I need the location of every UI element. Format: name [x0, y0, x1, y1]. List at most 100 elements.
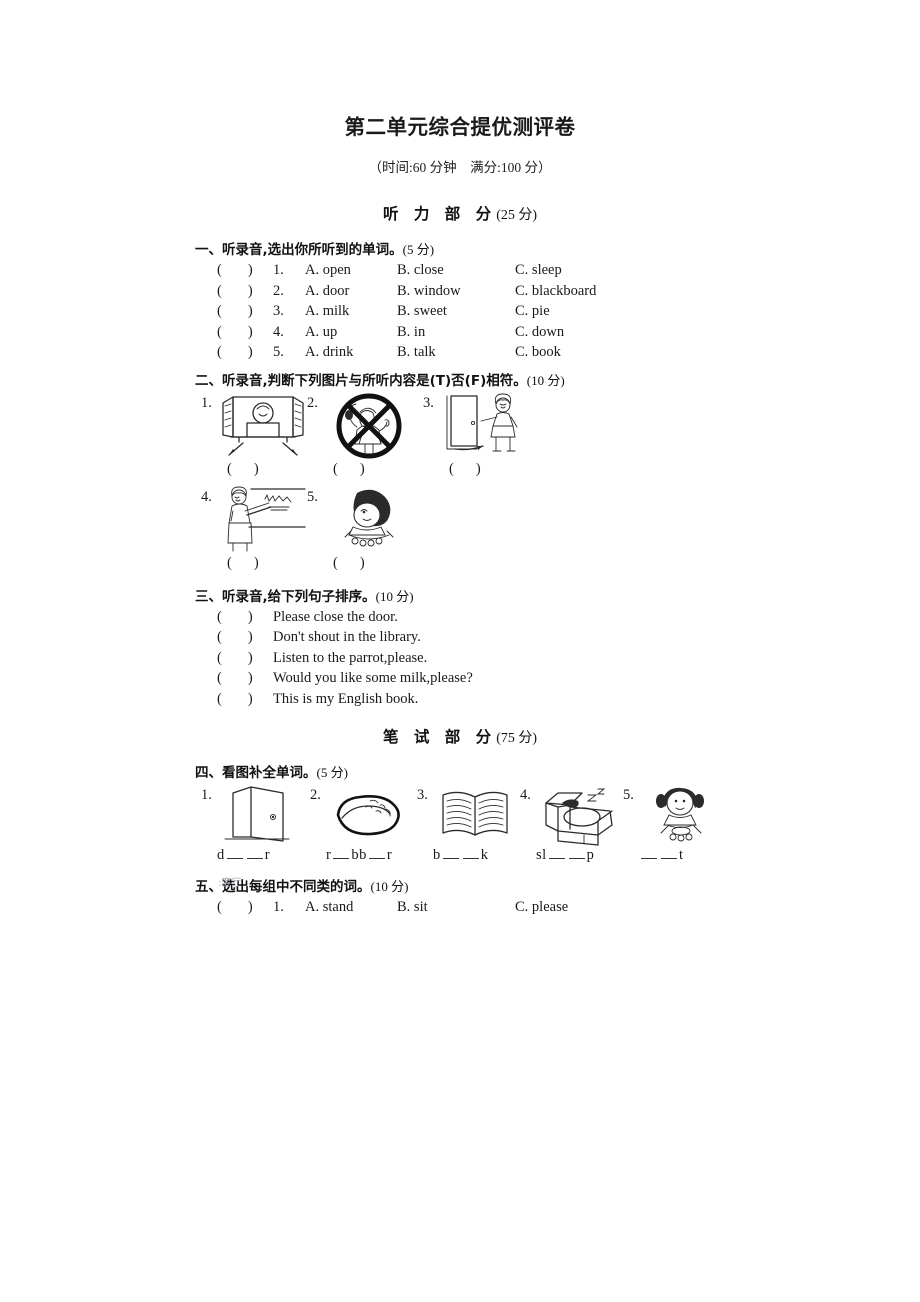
sentence-text: Please close the door. — [273, 608, 398, 625]
option-a[interactable]: A. stand — [305, 899, 353, 916]
option-b[interactable]: B. talk — [397, 344, 436, 361]
section-4-score: (5 分) — [316, 765, 348, 780]
exam-paper-page: 第二单元综合提优测评卷 （时间:60 分钟 满分:100 分） 听 力 部 分(… — [0, 0, 920, 1302]
paper-content: 第二单元综合提优测评卷 （时间:60 分钟 满分:100 分） 听 力 部 分(… — [195, 110, 725, 924]
bed-sleeping-picture — [536, 785, 620, 846]
option-c[interactable]: C. pie — [515, 303, 550, 320]
word-blank[interactable]: t — [639, 847, 684, 864]
section-1-choices: () 1. A. open B. close C. sleep () 2. A.… — [195, 262, 725, 365]
listening-part-heading: 听 力 部 分(25 分) — [195, 202, 725, 224]
section-4-title: 四、看图补全单词。 — [195, 765, 317, 781]
word-number: 1. — [201, 787, 212, 803]
answer-parenthesis[interactable]: () — [217, 303, 253, 320]
choice-row[interactable]: () 4. A. up B. in C. down — [195, 324, 725, 345]
choice-row[interactable]: () 1. A. open B. close C. sleep — [195, 262, 725, 283]
option-c[interactable]: C. sleep — [515, 262, 562, 279]
word-prefix: d — [217, 847, 225, 863]
answer-parenthesis[interactable]: () — [217, 670, 253, 687]
option-a[interactable]: A. drink — [305, 344, 353, 361]
choice-row[interactable]: () 2. A. door B. window C. blackboard — [195, 283, 725, 304]
option-b[interactable]: B. sweet — [397, 303, 447, 320]
option-c[interactable]: C. blackboard — [515, 283, 596, 300]
option-a[interactable]: A. milk — [305, 303, 349, 320]
open-window-picture — [221, 393, 305, 459]
option-c[interactable]: C. down — [515, 324, 564, 341]
word-number: 5. — [623, 787, 634, 803]
section-3-title: 三、听录音,给下列句子排序。 — [195, 588, 376, 605]
word-suffix: t — [679, 847, 684, 863]
order-sentence-row[interactable]: () Don't shout in the library. — [195, 629, 725, 650]
choice-row[interactable]: () 5. A. drink B. talk C. book — [195, 344, 725, 365]
word-suffix: p — [586, 847, 595, 863]
word-blank[interactable]: bk — [433, 847, 489, 864]
word-blank[interactable]: r bb r — [326, 847, 392, 864]
choice-row[interactable]: () 3. A. milk B. sweet C. pie — [195, 303, 725, 324]
option-b[interactable]: B. close — [397, 262, 444, 279]
written-part-score: (75 分) — [496, 731, 538, 746]
order-sentence-row[interactable]: () This is my English book. — [195, 691, 725, 712]
question-number: 2. — [273, 282, 284, 299]
listening-part-label: 听 力 部 分 — [382, 205, 497, 223]
open-book-picture — [433, 785, 517, 845]
picture-number: 5. — [307, 488, 318, 505]
section-1-score: (5 分) — [402, 242, 435, 257]
sentence-text: Listen to the parrot,please. — [273, 649, 428, 666]
question-number: 4. — [273, 323, 284, 340]
option-b[interactable]: B. in — [397, 324, 425, 341]
door-picture — [217, 785, 301, 845]
picture-number: 1. — [201, 394, 212, 411]
child-eating-picture — [327, 487, 411, 553]
option-a[interactable]: A. up — [305, 324, 337, 341]
section-4-heading: 四、看图补全单词。(5 分) — [195, 761, 725, 781]
answer-parenthesis[interactable]: () — [217, 324, 253, 341]
sentence-text: Would you like some milk,please? — [273, 670, 473, 686]
no-shouting-sign-picture — [327, 393, 411, 459]
word-suffix: k — [480, 847, 489, 863]
answer-parenthesis[interactable]: () — [333, 461, 365, 478]
picture-number: 4. — [201, 488, 212, 505]
word-blank[interactable]: sl p — [536, 847, 594, 864]
option-c[interactable]: C. book — [515, 344, 561, 361]
page-watermark: :客厅 — [218, 878, 242, 889]
answer-parenthesis[interactable]: () — [217, 629, 253, 646]
section-2-title: 二、听录音,判断下列图片与所听内容是(T)否(F)相符。 — [195, 372, 527, 389]
answer-parenthesis[interactable]: () — [333, 555, 365, 572]
section-1-title: 一、听录音,选出你所听到的单词。 — [195, 242, 403, 258]
order-sentence-row[interactable]: () Please close the door. — [195, 609, 725, 630]
picture-number: 3. — [423, 394, 434, 411]
answer-parenthesis[interactable]: () — [217, 262, 253, 279]
order-sentence-row[interactable]: () Listen to the parrot,please. — [195, 650, 725, 671]
section-2-heading: 二、听录音,判断下列图片与所听内容是(T)否(F)相符。(10 分) — [195, 369, 725, 389]
answer-parenthesis[interactable]: () — [217, 650, 253, 667]
word-number: 4. — [520, 787, 531, 803]
option-a[interactable]: A. door — [305, 283, 349, 300]
answer-parenthesis[interactable]: () — [227, 461, 259, 478]
question-number: 1. — [273, 899, 284, 915]
picture-number: 2. — [307, 394, 318, 411]
choice-row[interactable]: () 1. A. stand B. sit C. please — [195, 899, 725, 920]
answer-parenthesis[interactable]: () — [217, 283, 253, 300]
word-blank[interactable]: dr — [217, 847, 270, 864]
section-5-score: (10 分) — [370, 879, 409, 894]
option-c[interactable]: C. please — [515, 899, 568, 916]
word-number: 3. — [417, 787, 428, 803]
section-1-heading: 一、听录音,选出你所听到的单词。(5 分) — [195, 238, 725, 258]
rubber-eraser-picture — [326, 785, 410, 845]
option-b[interactable]: B. window — [397, 283, 461, 300]
order-sentence-row[interactable]: () Would you like some milk,please? — [195, 670, 725, 691]
word-mid: bb — [351, 847, 367, 863]
word-prefix: b — [433, 847, 441, 863]
sentence-text: This is my English book. — [273, 690, 419, 707]
answer-parenthesis[interactable]: () — [217, 344, 253, 361]
word-prefix: r — [326, 847, 332, 863]
section-2-picture-row-second: 4. () 5. () — [195, 486, 725, 575]
answer-parenthesis[interactable]: () — [227, 555, 259, 572]
word-suffix: r — [386, 847, 393, 863]
answer-parenthesis[interactable]: () — [217, 691, 253, 708]
option-b[interactable]: B. sit — [397, 899, 428, 916]
answer-parenthesis[interactable]: () — [217, 899, 253, 916]
word-suffix: r — [264, 847, 271, 863]
answer-parenthesis[interactable]: () — [449, 461, 481, 478]
option-a[interactable]: A. open — [305, 262, 351, 279]
answer-parenthesis[interactable]: () — [217, 609, 253, 626]
